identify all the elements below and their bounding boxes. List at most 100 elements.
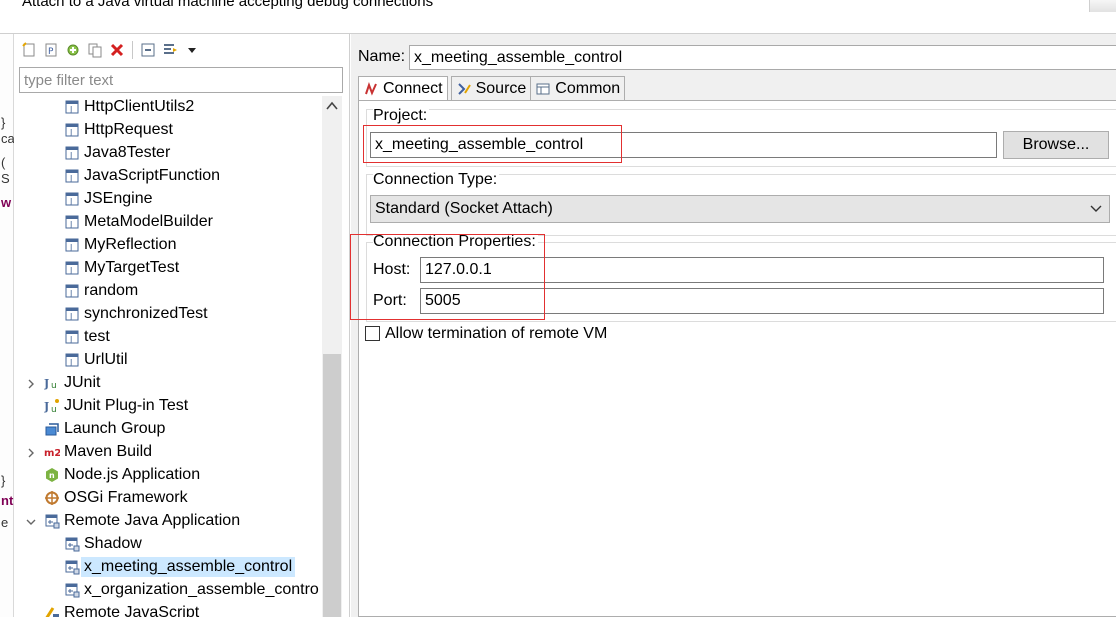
svg-text:J: J (69, 128, 72, 137)
delete-icon[interactable] (106, 39, 128, 61)
banner-image-icon (1089, 0, 1116, 12)
remote-java-icon (64, 536, 80, 552)
launch-configurations-dialog: Attach to a Java virtual machine accepti… (0, 0, 1116, 617)
export-icon[interactable] (62, 39, 84, 61)
tree-item[interactable]: Ju JUnit Plug-in Test (14, 395, 336, 418)
filter-input[interactable] (19, 67, 343, 93)
junit-icon: Ju (44, 375, 60, 391)
svg-text:J: J (69, 335, 72, 344)
tab-source[interactable]: Source (450, 76, 532, 100)
collapse-all-icon[interactable] (137, 39, 159, 61)
remote-java-icon (64, 582, 80, 598)
tree-item[interactable]: Ju JUnit (14, 372, 336, 395)
new-prototype-icon[interactable]: P (40, 39, 62, 61)
tree-item[interactable]: Jtest (14, 326, 336, 349)
tab-connect-label: Connect (383, 80, 443, 97)
scroll-up-icon[interactable] (322, 96, 342, 116)
tree-item[interactable]: m2 Maven Build (14, 441, 336, 464)
tab-common[interactable]: Common (530, 76, 626, 100)
tree-item[interactable]: J UrlUtil (14, 349, 336, 372)
java-app-icon: J (64, 260, 80, 276)
filter-icon[interactable] (159, 39, 181, 61)
java-app-icon: J (64, 168, 80, 184)
svg-text:u: u (51, 381, 57, 391)
tree-item[interactable]: J MyTargetTest (14, 257, 336, 280)
tree-item[interactable]: x_meeting_assemble_control (14, 556, 336, 579)
tree-scrollbar[interactable] (322, 96, 342, 617)
svg-text:u: u (51, 405, 57, 414)
tree-item[interactable]: J Java8Tester (14, 142, 336, 165)
tree-item-label: Remote Java Application (64, 512, 241, 529)
connection-type-select[interactable]: Standard (Socket Attach) (370, 195, 1110, 223)
tab-connect[interactable]: Connect (358, 76, 448, 101)
tree-item[interactable]: Launch Group (14, 418, 336, 441)
highlight-connection-box (350, 234, 545, 320)
browse-button[interactable]: Browse... (1003, 131, 1109, 159)
scrollbar-thumb[interactable] (323, 354, 341, 617)
collapsed-twisty-icon[interactable] (25, 378, 37, 390)
svg-text:J: J (69, 105, 72, 114)
name-field[interactable] (409, 45, 1116, 70)
background-code-fragment: } (1, 115, 6, 130)
view-menu-icon[interactable] (181, 39, 203, 61)
tree-item[interactable]: J HttpClientUtils2 (14, 96, 336, 119)
tree-item[interactable]: J MetaModelBuilder (14, 211, 336, 234)
svg-text:n: n (49, 471, 55, 480)
tree-item[interactable]: n Node.js Application (14, 464, 336, 487)
java-app-icon: J (64, 191, 80, 207)
connection-type-value: Standard (Socket Attach) (375, 200, 553, 217)
tree-item[interactable]: J JavaScriptFunction (14, 165, 336, 188)
background-code-fragment: e (1, 515, 9, 530)
launch-config-toolbar: P (18, 38, 203, 62)
new-configuration-icon[interactable] (18, 39, 40, 61)
tree-item[interactable]: J JSEngine (14, 188, 336, 211)
svg-text:J: J (69, 243, 72, 252)
configuration-tree: J HttpClientUtils2 J HttpRequest J Java8Teste… (14, 96, 336, 617)
collapsed-twisty-icon[interactable] (25, 447, 37, 459)
tree-item[interactable]: x_organization_assemble_contro (14, 579, 336, 602)
java-app-icon: J (64, 352, 80, 368)
junit-plugin-icon: Ju (44, 398, 60, 414)
svg-text:J: J (69, 151, 72, 160)
java-app-icon: J (64, 99, 80, 115)
tree-item[interactable]: J MyReflection (14, 234, 336, 257)
allow-termination-checkbox[interactable] (365, 326, 380, 341)
nodejs-icon: n (44, 467, 60, 483)
tree-item-label: JavaScriptFunction (84, 167, 221, 184)
dialog-message: Attach to a Java virtual machine accepti… (22, 0, 434, 10)
tree-item[interactable]: JsynchronizedTest (14, 303, 336, 326)
tree-item-label: Shadow (84, 535, 142, 552)
java-app-icon: J (64, 122, 80, 138)
java-app-icon: J (64, 283, 80, 299)
tree-item[interactable]: Jrandom (14, 280, 336, 303)
svg-text:J: J (69, 174, 72, 183)
tree-item[interactable]: OSGi Framework (14, 487, 336, 510)
duplicate-icon[interactable] (84, 39, 106, 61)
configuration-list-panel: P J HttpClientUtils2 J HttpRequest J (14, 34, 350, 617)
tree-item[interactable]: J HttpRequest (14, 119, 336, 142)
highlight-project-box (363, 125, 622, 163)
background-code-fragment: S (1, 171, 10, 186)
tree-item[interactable]: Shadow (14, 533, 336, 556)
connection-type-label: Connection Type: (373, 171, 500, 189)
background-code-fragment: ca (1, 131, 15, 146)
allow-termination-label: Allow termination of remote VM (385, 325, 608, 342)
background-code-fragment: w (1, 195, 12, 210)
project-label: Project: (373, 107, 430, 125)
remote-java-icon (64, 559, 80, 575)
name-label: Name: (358, 48, 406, 65)
tree-item[interactable]: Remote Java Application (14, 510, 336, 533)
background-editor-strip: } ca(Sw} nt e (0, 34, 15, 617)
background-code-fragment: ( (1, 155, 6, 170)
java-app-icon: J (64, 329, 80, 345)
config-tabs: Connect Source Common (358, 76, 626, 101)
background-code-fragment: nt (1, 493, 14, 508)
tree-item-label: HttpRequest (84, 121, 173, 138)
expanded-twisty-icon[interactable] (25, 516, 37, 528)
common-icon (535, 81, 551, 97)
tree-item[interactable]: Remote JavaScript (14, 602, 336, 617)
source-icon (456, 81, 472, 97)
tree-item-label: MyTargetTest (84, 259, 180, 276)
tree-item-label: HttpClientUtils2 (84, 98, 195, 115)
tree-item-label: Maven Build (64, 443, 153, 460)
